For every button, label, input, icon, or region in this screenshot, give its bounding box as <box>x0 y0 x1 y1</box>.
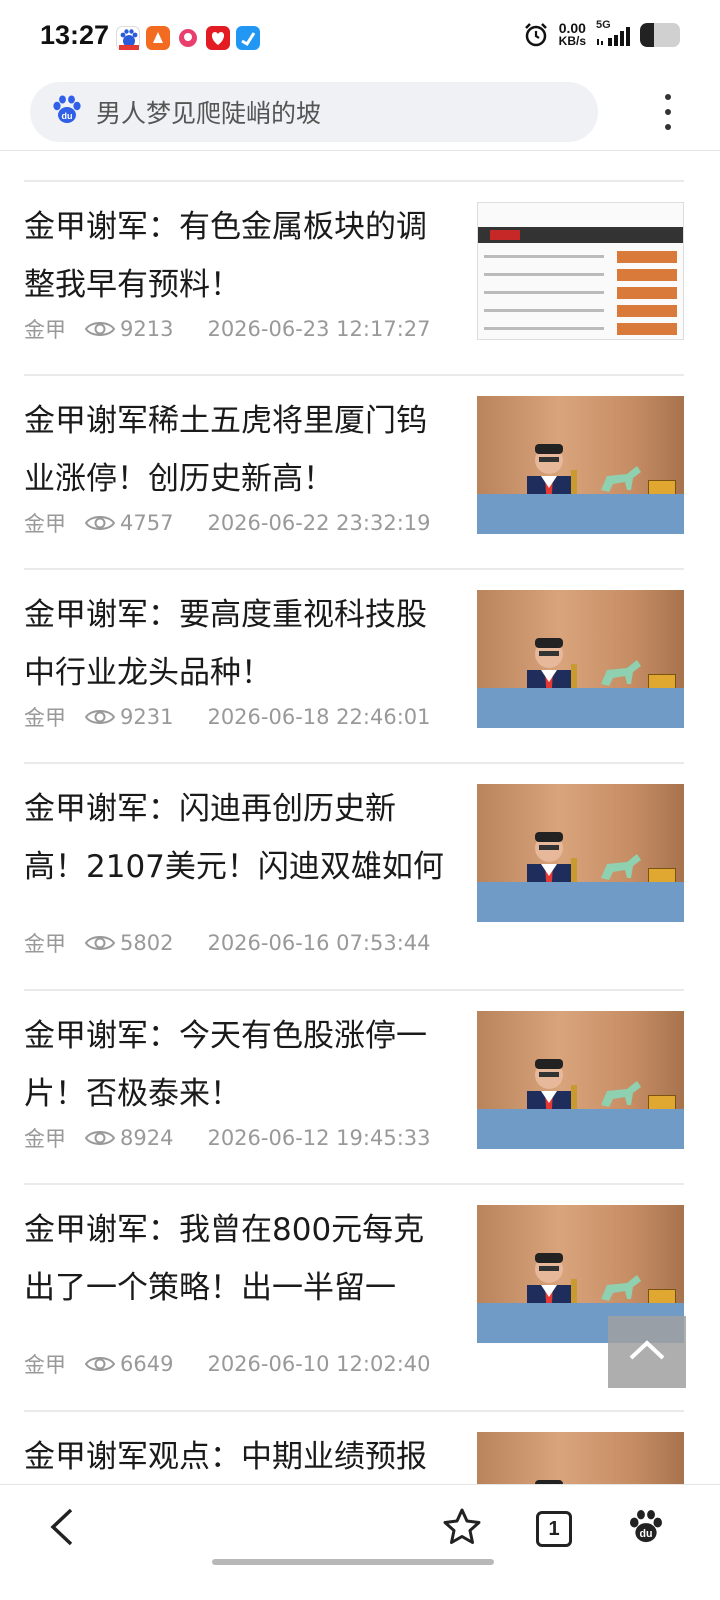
news-source: 金甲 <box>24 706 66 730</box>
view-count: 5802 <box>120 931 174 955</box>
net-speed: 0.00 KB/s <box>558 21 586 48</box>
news-item[interactable]: 金甲谢军：今天有色股涨停一片！否极泰来！ 金甲 8924 2026-06-12 19:… <box>24 989 684 1183</box>
eye-icon <box>84 513 116 533</box>
news-title[interactable]: 金甲谢军：要高度重视科技股中行业龙头品种！ <box>24 586 452 702</box>
news-source: 金甲 <box>24 1353 66 1377</box>
news-thumbnail[interactable] <box>477 396 684 534</box>
search-placeholder: 男人梦见爬陡峭的坡 <box>96 99 322 128</box>
star-icon <box>442 1507 482 1551</box>
news-meta: 金甲 6649 2026-06-10 12:02:40 <box>24 1349 431 1379</box>
news-thumbnail[interactable] <box>477 590 684 728</box>
news-item[interactable]: 金甲谢军：我曾在800元每克出了一个策略！出一半留一金甲 6649 2026-06-… <box>24 1183 684 1410</box>
home-indicator[interactable] <box>212 1559 494 1565</box>
battery-icon <box>640 23 680 47</box>
more-menu-icon[interactable] <box>662 94 674 130</box>
back-icon <box>47 1507 77 1551</box>
svg-text:du: du <box>640 1528 653 1540</box>
red-app-icon <box>206 26 230 50</box>
baidu-paw-icon: du <box>50 93 84 131</box>
orange-app-icon <box>146 26 170 50</box>
publish-date: 2026-06-12 19:45:33 <box>207 1126 431 1150</box>
eye-icon <box>84 1128 116 1148</box>
tab-count: 1 <box>548 1517 560 1540</box>
svg-text:du: du <box>62 111 73 121</box>
publish-date: 2026-06-18 22:46:01 <box>207 705 431 729</box>
status-time: 13:27 <box>40 20 110 50</box>
news-source: 金甲 <box>24 512 66 536</box>
scroll-to-top-button[interactable] <box>608 1316 686 1388</box>
news-title[interactable]: 金甲谢军稀土五虎将里厦门钨业涨停！创历史新高！ <box>24 392 452 508</box>
alarm-icon <box>523 22 549 48</box>
news-meta: 金甲 9213 2026-06-23 12:17:27 <box>24 314 431 344</box>
news-source: 金甲 <box>24 318 66 342</box>
publish-date: 2026-06-10 12:02:40 <box>207 1352 431 1376</box>
news-title[interactable]: 金甲谢军：今天有色股涨停一片！否极泰来！ <box>24 1007 452 1123</box>
bottom-nav: 1 du <box>0 1484 720 1600</box>
news-source: 金甲 <box>24 932 66 956</box>
view-count: 9231 <box>120 705 174 729</box>
tabs-icon: 1 <box>536 1511 572 1547</box>
news-source: 金甲 <box>24 1127 66 1151</box>
eye-icon <box>84 1354 116 1374</box>
news-thumbnail[interactable] <box>477 1011 684 1149</box>
news-title[interactable]: 金甲谢军观点：中期业绩预报 <box>24 1428 452 1486</box>
news-thumbnail[interactable] <box>477 202 684 340</box>
pink-app-icon <box>176 26 200 50</box>
baidu-app-icon <box>116 26 140 50</box>
news-item[interactable]: 金甲谢军：闪迪再创历史新高！2107美元！闪迪双雄如何金甲 5802 2026-06… <box>24 762 684 989</box>
view-count: 8924 <box>120 1126 174 1150</box>
news-item[interactable]: 金甲谢军稀土五虎将里厦门钨业涨停！创历史新高！ 金甲 4757 2026-06-22 … <box>24 374 684 568</box>
net-speed-unit: KB/s <box>558 34 586 48</box>
eye-icon <box>84 707 116 727</box>
view-count: 9213 <box>120 317 174 341</box>
signal-icon: 5G <box>596 19 630 47</box>
view-count: 6649 <box>120 1352 174 1376</box>
news-item[interactable]: 金甲谢军：要高度重视科技股中行业龙头品种！ 金甲 9231 2026-06-18 22… <box>24 568 684 762</box>
publish-date: 2026-06-23 12:17:27 <box>207 317 431 341</box>
news-title[interactable]: 金甲谢军：有色金属板块的调整我早有预料！ <box>24 198 452 314</box>
news-meta: 金甲 8924 2026-06-12 19:45:33 <box>24 1123 431 1153</box>
baidu-icon: du <box>627 1508 665 1550</box>
view-count: 4757 <box>120 511 174 535</box>
news-title[interactable]: 金甲谢军：我曾在800元每克出了一个策略！出一半留一 <box>24 1201 452 1317</box>
header-divider <box>0 150 720 151</box>
eye-icon <box>84 933 116 953</box>
publish-date: 2026-06-16 07:53:44 <box>207 931 431 955</box>
news-title[interactable]: 金甲谢军：闪迪再创历史新高！2107美元！闪迪双雄如何 <box>24 780 452 896</box>
publish-date: 2026-06-22 23:32:19 <box>207 511 431 535</box>
news-thumbnail[interactable] <box>477 784 684 922</box>
chevron-up-icon <box>627 1338 667 1366</box>
status-right: 0.00 KB/s 5G <box>523 19 680 48</box>
eye-icon <box>84 319 116 339</box>
blue-app-icon <box>236 26 260 50</box>
notification-app-icons <box>116 26 260 50</box>
news-meta: 金甲 4757 2026-06-22 23:32:19 <box>24 508 431 538</box>
status-bar: 13:27 0.00 KB/s 5G <box>0 0 720 76</box>
news-meta: 金甲 5802 2026-06-16 07:53:44 <box>24 928 431 958</box>
news-item[interactable]: 金甲谢军：有色金属板块的调整我早有预料！ 金甲 9213 2026-06-23 12:… <box>24 180 684 374</box>
news-meta: 金甲 9231 2026-06-18 22:46:01 <box>24 702 431 732</box>
tabs-button[interactable]: 1 <box>534 1505 574 1553</box>
search-bar[interactable]: du 男人梦见爬陡峭的坡 <box>30 82 598 142</box>
back-button[interactable] <box>44 1505 80 1553</box>
bookmark-button[interactable] <box>440 1505 484 1553</box>
news-feed: 金甲谢军：有色金属板块的调整我早有预料！ 金甲 9213 2026-06-23 12:… <box>24 180 684 1570</box>
baidu-home-button[interactable]: du <box>626 1505 666 1553</box>
